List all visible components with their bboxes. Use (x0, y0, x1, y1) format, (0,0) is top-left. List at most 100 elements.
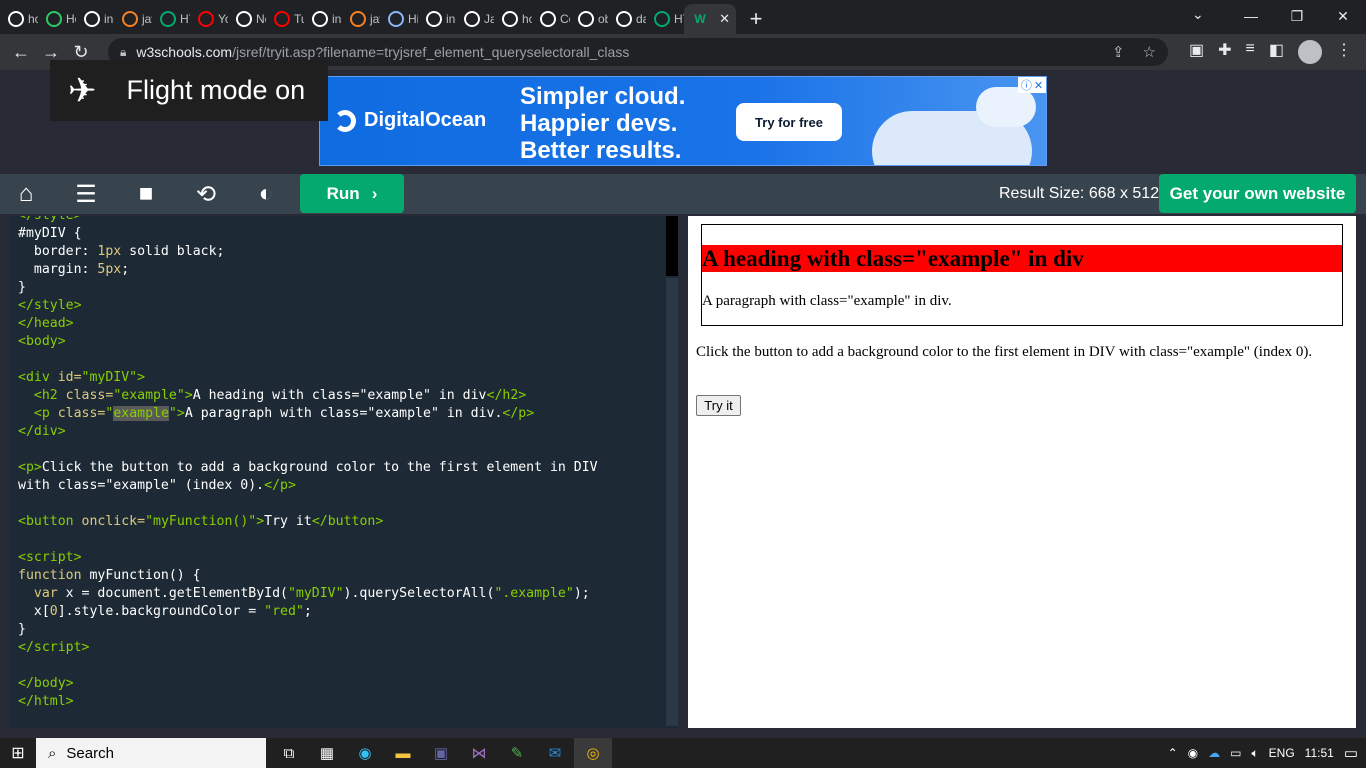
url-host: w3schools.com (136, 44, 233, 60)
search-label: Search (66, 744, 114, 762)
share-icon[interactable]: ⇪ (1112, 43, 1125, 61)
mail-icon[interactable]: ✉ (536, 738, 574, 768)
side-panel-icon[interactable]: ◧ (1269, 40, 1284, 64)
bookmark-star-icon[interactable]: ☆ (1143, 43, 1156, 61)
run-label: Run (326, 183, 360, 203)
clock[interactable]: 11:51 (1305, 746, 1334, 760)
browser-tab[interactable]: His (380, 4, 418, 34)
browser-tab[interactable]: java (342, 4, 380, 34)
language-label[interactable]: ENG (1269, 746, 1295, 760)
cloud-icon[interactable]: ☁ (1208, 746, 1220, 760)
result-frame: A heading with class="example" in div A … (688, 216, 1356, 728)
close-window-icon[interactable]: ✕ (1320, 0, 1366, 32)
media-icon[interactable]: ≡ (1246, 40, 1255, 64)
notification-icon[interactable]: ▭ (1344, 744, 1358, 762)
ad-slogan-line1: Simpler cloud. (520, 83, 686, 110)
new-tab-button[interactable]: + (736, 4, 776, 34)
close-tab-icon[interactable]: ✕ (719, 11, 730, 27)
browser-tab[interactable]: Cor (532, 4, 570, 34)
news-icon[interactable]: ▦ (308, 738, 346, 768)
tab-label: obj (598, 12, 608, 26)
network-icon[interactable]: ▭ (1230, 746, 1241, 760)
result-div-paragraph: A paragraph with class="example" in div. (702, 293, 952, 309)
edge-icon[interactable]: ◉ (346, 738, 384, 768)
browser-tab[interactable]: incl (76, 4, 114, 34)
tab-label: inse (332, 12, 342, 26)
back-icon[interactable]: ← (6, 42, 36, 63)
profile-avatar[interactable] (1298, 40, 1322, 64)
w3schools-icon: W (694, 12, 706, 26)
save-icon[interactable]: ■ (116, 174, 176, 214)
ad-info-icon[interactable]: ⓘ (1021, 77, 1032, 93)
code-editor[interactable]: </style> #myDIV { border: 1px solid blac… (10, 216, 678, 728)
lock-icon[interactable]: 🔒︎ (120, 45, 126, 60)
home-icon[interactable]: ⌂ (0, 174, 56, 214)
google-icon (426, 11, 442, 27)
flight-mode-text: Flight mode on (126, 75, 306, 105)
python-icon[interactable]: ✎ (498, 738, 536, 768)
visual-studio-icon[interactable]: ⋈ (460, 738, 498, 768)
browser-tab[interactable]: inse (304, 4, 342, 34)
rotate-icon[interactable]: ⟲ (176, 174, 236, 214)
browser-tab[interactable]: hov (494, 4, 532, 34)
menu-icon[interactable]: ☰ (56, 174, 116, 214)
cloud-graphic-small (976, 87, 1036, 127)
browser-tab[interactable]: java (114, 4, 152, 34)
browser-tab[interactable]: Jav (456, 4, 494, 34)
tab-search-icon[interactable]: ⌄ (1192, 6, 1204, 23)
theme-toggle-icon[interactable]: ◐ (236, 174, 296, 214)
history-icon (388, 11, 404, 27)
stackoverflow-icon (350, 11, 366, 27)
browser-tab[interactable]: Tut (266, 4, 304, 34)
google-icon (312, 11, 328, 27)
ad-close-icon[interactable]: ✕ (1034, 79, 1043, 92)
google-icon (84, 11, 100, 27)
ad-cta-button[interactable]: Try for free (736, 103, 842, 141)
ad-brand: DigitalOcean (334, 109, 486, 132)
get-website-button[interactable]: Get your own website (1159, 174, 1356, 213)
browser-tab[interactable]: incl (418, 4, 456, 34)
extension-icon[interactable]: ▣ (1189, 40, 1204, 64)
ad-brand-name: DigitalOcean (364, 109, 487, 131)
run-button[interactable]: Run › (300, 174, 404, 213)
puzzle-icon[interactable]: ✚ (1218, 40, 1231, 64)
chevron-up-icon[interactable]: ⌃ (1168, 746, 1178, 760)
tab-label: His (408, 12, 418, 26)
volume-icon[interactable]: 🔈︎ (1251, 746, 1258, 761)
result-size: Result Size: 668 x 512 (999, 185, 1160, 202)
tab-label: Ho (66, 12, 76, 26)
restore-icon[interactable]: ❐ (1274, 0, 1320, 32)
tab-label: java (370, 12, 380, 26)
window-controls: — ❐ ✕ (1228, 0, 1366, 32)
chevron-right-icon: › (371, 183, 378, 203)
active-tab[interactable]: W ✕ (684, 4, 736, 34)
browser-tab[interactable]: HTI (646, 4, 684, 34)
browser-tab[interactable]: Ne (228, 4, 266, 34)
hackerrank-icon (46, 11, 62, 27)
teams-icon[interactable]: ▣ (422, 738, 460, 768)
file-explorer-icon[interactable]: ▬ (384, 738, 422, 768)
browser-tab[interactable]: Ho (38, 4, 76, 34)
record-icon[interactable]: ◉ (1188, 746, 1198, 760)
code-scrollbar[interactable] (666, 216, 678, 728)
browser-tab[interactable]: HTI (152, 4, 190, 34)
browser-tab[interactable]: how (0, 4, 38, 34)
ad-close[interactable]: ⓘ ✕ (1018, 77, 1046, 93)
try-it-button[interactable]: Try it (696, 395, 741, 416)
task-view-icon[interactable]: ⧉ (270, 738, 308, 768)
airplane-icon: ✈ (68, 71, 97, 110)
result-instruction: Click the button to add a background col… (696, 344, 1313, 360)
system-tray: ⌃ ◉ ☁ ▭ 🔈︎ ENG 11:51 ▭ (1168, 738, 1358, 768)
youtube-icon (274, 11, 290, 27)
tab-label: You (218, 12, 228, 26)
windows-start-icon[interactable]: ⊞ (0, 738, 36, 768)
advertisement-banner[interactable]: DigitalOcean Simpler cloud. Happier devs… (319, 76, 1047, 166)
minimize-icon[interactable]: — (1228, 0, 1274, 32)
scrollbar-thumb[interactable] (666, 216, 678, 276)
browser-tab[interactable]: You (190, 4, 228, 34)
browser-tab[interactable]: dat (608, 4, 646, 34)
browser-tab[interactable]: obj (570, 4, 608, 34)
taskbar-search[interactable]: ⌕ Search (36, 738, 266, 768)
chrome-icon[interactable]: ◎ (574, 738, 612, 768)
menu-icon[interactable]: ⋮ (1336, 40, 1352, 64)
